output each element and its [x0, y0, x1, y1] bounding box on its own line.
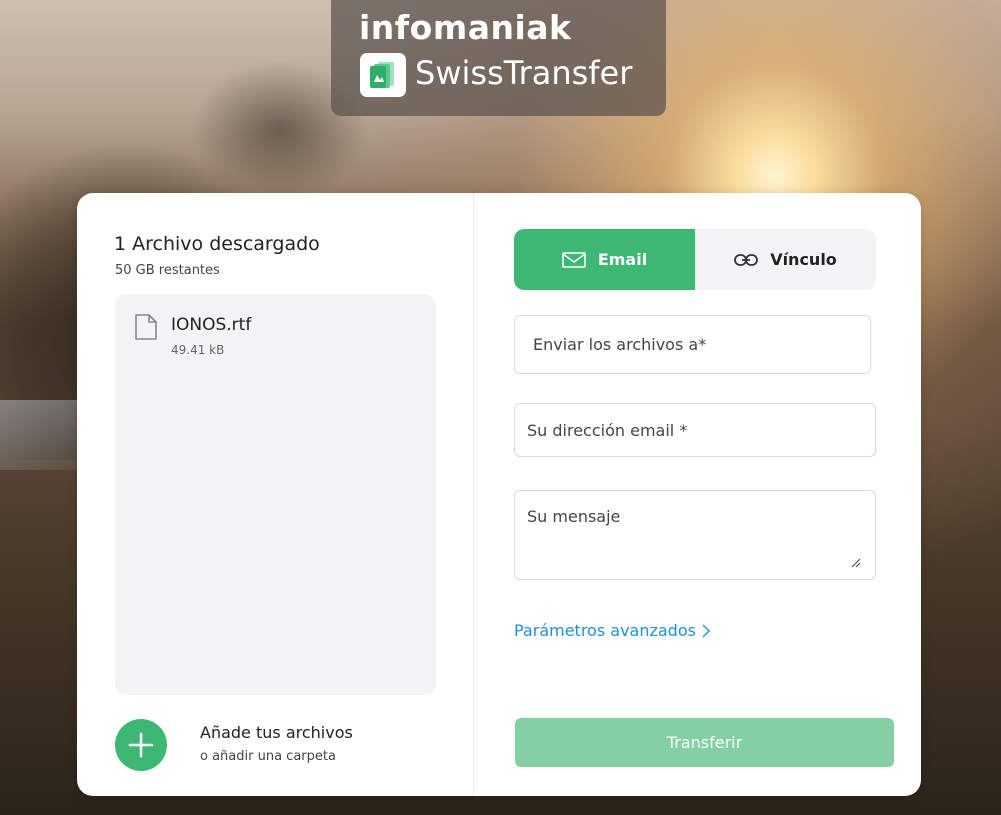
transfer-mode-tabs: Email Vínculo — [514, 229, 876, 290]
add-files-title[interactable]: Añade tus archivos — [200, 723, 353, 742]
transfer-card: 1 Archivo descargado 50 GB restantes ION… — [77, 193, 921, 796]
plus-icon — [128, 732, 154, 758]
chevron-right-icon — [702, 624, 710, 637]
file-item[interactable]: IONOS.rtf 49.41 kB — [134, 311, 414, 361]
file-size: 49.41 kB — [171, 343, 225, 357]
tab-link[interactable]: Vínculo — [695, 229, 876, 290]
add-folder-link[interactable]: o añadir una carpeta — [200, 749, 336, 764]
tab-email[interactable]: Email — [514, 229, 695, 290]
mail-icon — [562, 251, 586, 268]
file-list: IONOS.rtf 49.41 kB — [115, 294, 436, 695]
card-divider — [473, 193, 474, 796]
files-title: 1 Archivo descargado — [114, 233, 320, 255]
link-icon — [734, 253, 759, 266]
storage-remaining: 50 GB restantes — [115, 263, 220, 278]
advanced-settings-label: Parámetros avanzados — [514, 621, 696, 640]
tab-link-label: Vínculo — [770, 250, 837, 269]
brand-product-name: SwissTransfer — [415, 54, 633, 92]
file-name: IONOS.rtf — [171, 315, 252, 335]
message-textarea[interactable] — [514, 490, 876, 580]
recipient-email-input[interactable] — [514, 315, 871, 374]
transfer-button[interactable]: Transferir — [515, 718, 894, 767]
sender-email-input[interactable] — [514, 403, 876, 457]
tab-email-label: Email — [597, 250, 648, 269]
add-files-button[interactable] — [115, 719, 167, 771]
background-snow — [0, 400, 80, 470]
file-icon — [134, 313, 158, 346]
brand-header: infomaniak SwissTransfer — [331, 0, 666, 116]
swisstransfer-logo-icon — [360, 53, 406, 97]
resize-grip-icon[interactable] — [851, 558, 861, 568]
advanced-settings-link[interactable]: Parámetros avanzados — [514, 621, 710, 640]
brand-org-name: infomaniak — [359, 8, 572, 47]
